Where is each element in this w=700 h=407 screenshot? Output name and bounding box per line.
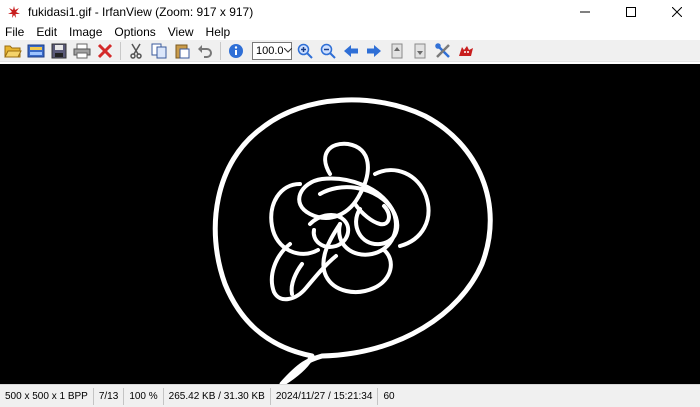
zoom-in-icon	[297, 43, 313, 59]
paste-icon	[175, 44, 189, 58]
info-button[interactable]	[225, 41, 246, 61]
settings-tools-icon	[434, 42, 450, 58]
zoom-out-icon	[320, 43, 336, 59]
maximize-button[interactable]	[608, 0, 654, 24]
paste-button[interactable]	[171, 41, 192, 61]
menu-edit[interactable]: Edit	[30, 24, 63, 40]
save-icon	[51, 43, 66, 58]
page-last-icon	[414, 43, 425, 58]
thumbnails-icon	[27, 44, 44, 57]
delete-icon	[97, 43, 112, 58]
menu-help[interactable]: Help	[200, 24, 237, 40]
menu-view[interactable]: View	[162, 24, 200, 40]
page-first-icon	[391, 43, 402, 58]
settings-button[interactable]	[432, 41, 453, 61]
next-icon	[366, 44, 381, 57]
zoom-out-button[interactable]	[317, 41, 338, 61]
undo-button[interactable]	[194, 41, 215, 61]
open-button[interactable]	[2, 41, 23, 61]
menu-file[interactable]: File	[0, 24, 30, 40]
first-page-button[interactable]	[386, 41, 407, 61]
minimize-icon	[580, 11, 590, 13]
cut-button[interactable]	[125, 41, 146, 61]
menu-image[interactable]: Image	[63, 24, 108, 40]
toolbar-separator	[120, 41, 121, 60]
cut-icon	[129, 43, 142, 59]
status-zoom: 100 %	[124, 387, 164, 405]
close-button[interactable]	[654, 0, 700, 24]
print-icon	[73, 43, 90, 58]
zoom-combobox[interactable]: 100.0	[252, 41, 292, 60]
last-page-button[interactable]	[409, 41, 430, 61]
chevron-down-icon[interactable]	[283, 43, 292, 59]
status-dimensions: 500 x 500 x 1 BPP	[0, 387, 94, 405]
status-extra: 60	[383, 390, 395, 402]
delete-button[interactable]	[94, 41, 115, 61]
image-viewport[interactable]	[0, 64, 700, 384]
title-bar: fukidasi1.gif - IrfanView (Zoom: 917 x 9…	[0, 0, 700, 24]
toolbar-separator	[220, 41, 221, 60]
save-button[interactable]	[48, 41, 69, 61]
minimize-button[interactable]	[562, 0, 608, 24]
menu-bar: File Edit Image Options View Help	[0, 24, 700, 40]
toolbar: 100.0	[0, 40, 700, 62]
next-button[interactable]	[363, 41, 384, 61]
window-controls	[562, 0, 700, 24]
undo-icon	[197, 44, 212, 58]
status-size: 265.42 KB / 31.30 KB	[164, 387, 271, 405]
info-icon	[228, 43, 243, 58]
window-title: fukidasi1.gif - IrfanView (Zoom: 917 x 9…	[28, 5, 254, 19]
thumbnails-button[interactable]	[25, 41, 46, 61]
close-icon	[672, 7, 682, 17]
status-datetime: 2024/11/27 / 15:21:34	[271, 387, 379, 405]
open-folder-icon	[3, 45, 22, 57]
copy-icon	[151, 43, 166, 58]
print-button[interactable]	[71, 41, 92, 61]
displayed-image	[212, 97, 493, 384]
maximize-icon	[626, 7, 636, 17]
copy-button[interactable]	[148, 41, 169, 61]
previous-icon	[343, 44, 358, 57]
menu-options[interactable]: Options	[108, 24, 161, 40]
status-bar: 500 x 500 x 1 BPP 7/13 100 % 265.42 KB /…	[0, 384, 700, 407]
about-button[interactable]	[455, 41, 476, 61]
irfanview-cat-icon[interactable]	[6, 4, 22, 20]
zoom-in-button[interactable]	[294, 41, 315, 61]
irfanview-cat-icon	[458, 45, 473, 56]
previous-button[interactable]	[340, 41, 361, 61]
status-index: 7/13	[94, 387, 125, 405]
zoom-value[interactable]: 100.0	[253, 45, 284, 57]
